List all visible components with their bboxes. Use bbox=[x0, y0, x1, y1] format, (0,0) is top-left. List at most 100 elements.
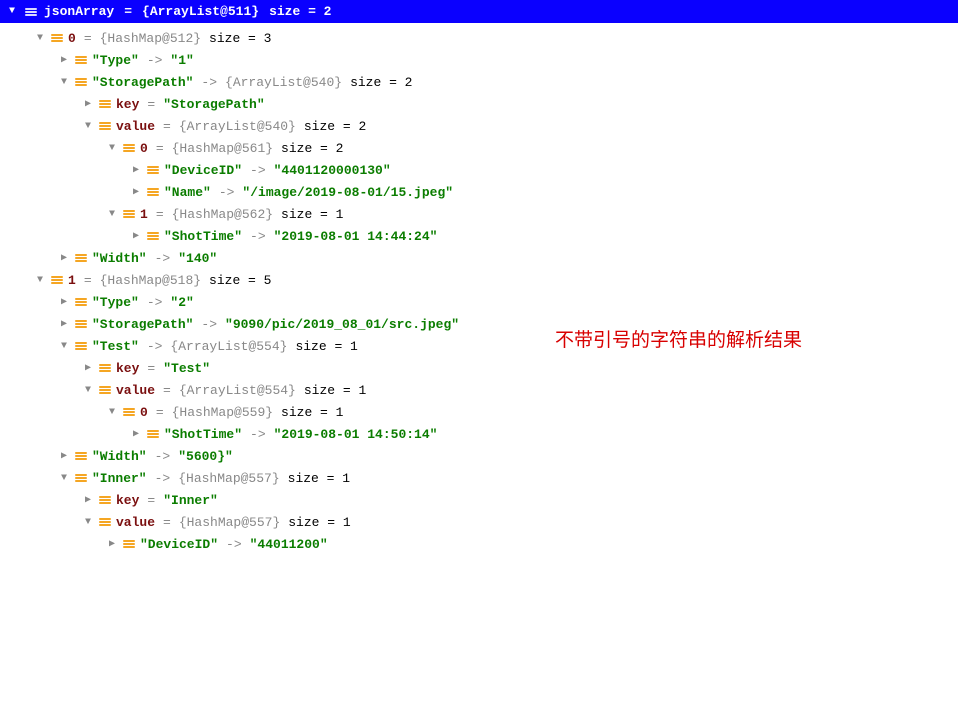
chevron-right-icon[interactable]: ▶ bbox=[130, 428, 142, 440]
object-icon bbox=[98, 516, 112, 528]
value: "1" bbox=[170, 53, 193, 68]
tree-row[interactable]: ▶ key = "Test" bbox=[0, 357, 958, 379]
tree-row[interactable]: ▶ "StoragePath" -> "9090/pic/2019_08_01/… bbox=[0, 313, 958, 335]
key: "DeviceID" bbox=[164, 163, 242, 178]
object-icon bbox=[98, 494, 112, 506]
obj-ref: {HashMap@559} bbox=[172, 405, 273, 420]
value: "4401120000130" bbox=[274, 163, 391, 178]
chevron-down-icon[interactable]: ▼ bbox=[106, 208, 118, 220]
object-icon bbox=[74, 340, 88, 352]
chevron-down-icon[interactable]: ▼ bbox=[106, 406, 118, 418]
value: "5600}" bbox=[178, 449, 233, 464]
value: "/image/2019-08-01/15.jpeg" bbox=[242, 185, 453, 200]
size-label: size = 1 bbox=[304, 383, 366, 398]
chevron-right-icon[interactable]: ▶ bbox=[58, 252, 70, 264]
equals: = bbox=[124, 4, 132, 19]
tree-row[interactable]: ▼ 0 = {HashMap@512} size = 3 bbox=[0, 27, 958, 49]
obj-ref: {HashMap@518} bbox=[100, 273, 201, 288]
chevron-right-icon[interactable]: ▶ bbox=[82, 362, 94, 374]
key: "ShotTime" bbox=[164, 229, 242, 244]
chevron-right-icon[interactable]: ▶ bbox=[58, 318, 70, 330]
object-icon bbox=[146, 164, 160, 176]
chevron-down-icon[interactable]: ▼ bbox=[34, 32, 46, 44]
chevron-down-icon[interactable]: ▼ bbox=[58, 340, 70, 352]
size-label: size = 5 bbox=[209, 273, 271, 288]
tree-row[interactable]: ▼ 1 = {HashMap@562} size = 1 bbox=[0, 203, 958, 225]
obj-ref: {ArrayList@554} bbox=[179, 383, 296, 398]
obj-ref: {HashMap@561} bbox=[172, 141, 273, 156]
chevron-right-icon[interactable]: ▶ bbox=[130, 230, 142, 242]
tree-row[interactable]: ▶ key = "StoragePath" bbox=[0, 93, 958, 115]
value: "2019-08-01 14:44:24" bbox=[274, 229, 438, 244]
tree-row[interactable]: ▶ "ShotTime" -> "2019-08-01 14:50:14" bbox=[0, 423, 958, 445]
index-label: 0 bbox=[140, 141, 148, 156]
tree-row[interactable]: ▼ "Inner" -> {HashMap@557} size = 1 bbox=[0, 467, 958, 489]
tree-row[interactable]: ▼ value = {HashMap@557} size = 1 bbox=[0, 511, 958, 533]
tree-row[interactable]: ▼ value = {ArrayList@554} size = 1 bbox=[0, 379, 958, 401]
key: "Width" bbox=[92, 251, 147, 266]
chevron-down-icon[interactable]: ▼ bbox=[106, 142, 118, 154]
chevron-down-icon[interactable]: ▼ bbox=[58, 472, 70, 484]
field-name: value bbox=[116, 119, 155, 134]
object-icon bbox=[98, 120, 112, 132]
chevron-right-icon[interactable]: ▶ bbox=[106, 538, 118, 550]
chevron-down-icon[interactable]: ▼ bbox=[58, 76, 70, 88]
object-icon bbox=[122, 538, 136, 550]
chevron-right-icon[interactable]: ▶ bbox=[58, 54, 70, 66]
chevron-down-icon[interactable]: ▼ bbox=[82, 120, 94, 132]
obj-ref: {HashMap@562} bbox=[172, 207, 273, 222]
tree-row[interactable]: ▶ "DeviceID" -> "44011200" bbox=[0, 533, 958, 555]
chevron-down-icon[interactable]: ▼ bbox=[6, 6, 18, 18]
key: "StoragePath" bbox=[92, 317, 193, 332]
tree-row[interactable]: ▼ "StoragePath" -> {ArrayList@540} size … bbox=[0, 71, 958, 93]
obj-ref: {ArrayList@554} bbox=[170, 339, 287, 354]
tree-row[interactable]: ▼ value = {ArrayList@540} size = 2 bbox=[0, 115, 958, 137]
tree-row[interactable]: ▼ 1 = {HashMap@518} size = 5 bbox=[0, 269, 958, 291]
size-label: size = 1 bbox=[281, 405, 343, 420]
root-row[interactable]: ▼ jsonArray = {ArrayList@511} size = 2 bbox=[0, 0, 958, 23]
field-name: key bbox=[116, 361, 139, 376]
tree-row[interactable]: ▼ 0 = {HashMap@559} size = 1 bbox=[0, 401, 958, 423]
tree-row[interactable]: ▶ "Width" -> "5600}" bbox=[0, 445, 958, 467]
object-icon bbox=[74, 450, 88, 462]
value: "44011200" bbox=[250, 537, 328, 552]
chevron-right-icon[interactable]: ▶ bbox=[58, 296, 70, 308]
object-icon bbox=[74, 54, 88, 66]
obj-ref: {ArrayList@540} bbox=[179, 119, 296, 134]
chevron-down-icon[interactable]: ▼ bbox=[34, 274, 46, 286]
chevron-down-icon[interactable]: ▼ bbox=[82, 516, 94, 528]
chevron-right-icon[interactable]: ▶ bbox=[82, 494, 94, 506]
key: "Type" bbox=[92, 53, 139, 68]
chevron-right-icon[interactable]: ▶ bbox=[82, 98, 94, 110]
chevron-right-icon[interactable]: ▶ bbox=[58, 450, 70, 462]
tree-row[interactable]: ▶ key = "Inner" bbox=[0, 489, 958, 511]
key: "StoragePath" bbox=[92, 75, 193, 90]
size-label: size = 1 bbox=[288, 471, 350, 486]
field-name: key bbox=[116, 97, 139, 112]
size-label: size = 3 bbox=[209, 31, 271, 46]
object-icon bbox=[122, 406, 136, 418]
tree-row[interactable]: ▶ "DeviceID" -> "4401120000130" bbox=[0, 159, 958, 181]
tree-row[interactable]: ▶ "Name" -> "/image/2019-08-01/15.jpeg" bbox=[0, 181, 958, 203]
tree-row[interactable]: ▶ "Type" -> "1" bbox=[0, 49, 958, 71]
index-label: 1 bbox=[140, 207, 148, 222]
value: "140" bbox=[178, 251, 217, 266]
tree-row[interactable]: ▼ "Test" -> {ArrayList@554} size = 1 bbox=[0, 335, 958, 357]
value: "2" bbox=[170, 295, 193, 310]
size-label: size = 1 bbox=[281, 207, 343, 222]
key: "Test" bbox=[92, 339, 139, 354]
tree-row[interactable]: ▶ "Type" -> "2" bbox=[0, 291, 958, 313]
object-icon bbox=[50, 32, 64, 44]
object-icon bbox=[146, 230, 160, 242]
tree-row[interactable]: ▶ "ShotTime" -> "2019-08-01 14:44:24" bbox=[0, 225, 958, 247]
chevron-down-icon[interactable]: ▼ bbox=[82, 384, 94, 396]
var-name: jsonArray bbox=[44, 4, 114, 19]
index-label: 1 bbox=[68, 273, 76, 288]
chevron-right-icon[interactable]: ▶ bbox=[130, 164, 142, 176]
object-icon bbox=[24, 6, 38, 18]
debug-tree: ▼ 0 = {HashMap@512} size = 3 ▶ "Type" ->… bbox=[0, 23, 958, 559]
tree-row[interactable]: ▶ "Width" -> "140" bbox=[0, 247, 958, 269]
chevron-right-icon[interactable]: ▶ bbox=[130, 186, 142, 198]
tree-row[interactable]: ▼ 0 = {HashMap@561} size = 2 bbox=[0, 137, 958, 159]
key: "Width" bbox=[92, 449, 147, 464]
